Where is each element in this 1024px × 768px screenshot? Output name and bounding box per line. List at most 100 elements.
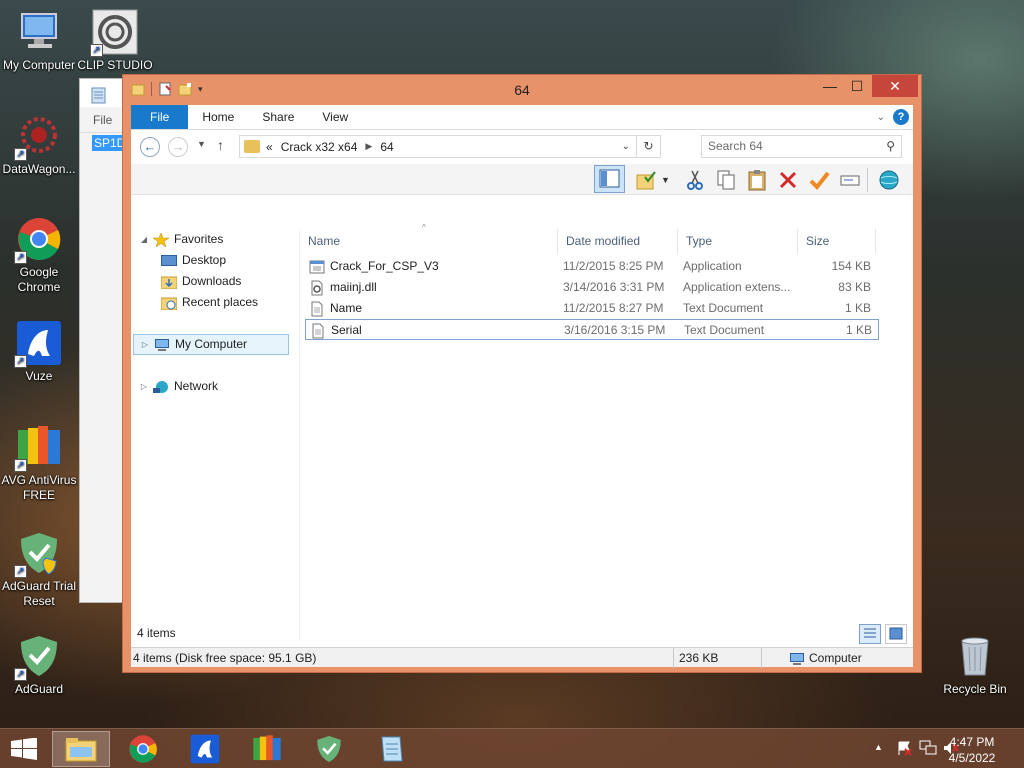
file-row-selected[interactable]: Serial 3/16/2016 3:15 PM Text Document 1… xyxy=(305,319,879,340)
folder-options-button[interactable] xyxy=(634,168,658,192)
maximize-button[interactable]: ☐ xyxy=(843,75,871,97)
folder-options-dropdown[interactable]: ▼ xyxy=(661,168,673,192)
downloads-folder-icon xyxy=(160,275,178,289)
tab-file[interactable]: File xyxy=(131,105,189,129)
file-date: 3/14/2016 3:31 PM xyxy=(563,280,665,294)
nav-my-computer[interactable]: ▷ My Computer xyxy=(133,334,289,355)
desktop-icon-vuze[interactable]: ↗ Vuze xyxy=(0,320,79,384)
copy-button[interactable] xyxy=(714,168,738,192)
large-icons-view-button[interactable] xyxy=(885,624,907,644)
desktop-icon-google-chrome[interactable]: ↗ Google Chrome xyxy=(0,216,79,295)
network-tray-icon[interactable] xyxy=(919,740,937,759)
show-hidden-icons-button[interactable]: ▲ xyxy=(874,742,883,752)
breadcrumb-overflow[interactable]: « xyxy=(266,140,273,154)
address-dropdown-icon[interactable]: ⌄ xyxy=(622,136,630,157)
close-button[interactable]: ✕ xyxy=(872,75,918,97)
taskbar: ▲ 4:47 PM 4/5/2022 xyxy=(0,728,1024,768)
preview-pane-icon xyxy=(599,169,620,188)
nav-favorites[interactable]: ◢ Favorites xyxy=(139,229,223,250)
start-button[interactable] xyxy=(10,737,38,760)
desktop-icon-clip-studio[interactable]: ↗ CLIP STUDIO xyxy=(75,9,155,73)
file-size: 1 KB xyxy=(844,301,871,315)
desktop-icon-adguard-trial-reset[interactable]: ↗ AdGuard Trial Reset xyxy=(0,530,79,609)
action-center-flag-icon[interactable] xyxy=(896,740,912,759)
command-toolbar: ▼ xyxy=(131,164,913,195)
preview-pane-button[interactable] xyxy=(594,165,625,193)
desktop-icon-datawagon[interactable]: ↗ DataWagon... xyxy=(0,113,79,177)
cut-button[interactable] xyxy=(683,168,707,192)
taskbar-chrome[interactable] xyxy=(114,731,172,767)
desktop-icon-recycle-bin[interactable]: Recycle Bin xyxy=(935,633,1015,697)
taskbar-notepad[interactable] xyxy=(362,731,420,767)
expanded-arrow-icon[interactable]: ◢ xyxy=(139,229,149,250)
help-icon[interactable]: ? xyxy=(893,109,909,125)
maximize-icon: ☐ xyxy=(850,78,864,94)
network-globe-button[interactable] xyxy=(877,168,901,192)
adguard-shield-icon xyxy=(317,735,341,763)
computer-icon xyxy=(790,652,804,665)
file-size: 83 KB xyxy=(838,280,871,294)
checkmark-icon xyxy=(809,171,830,191)
address-bar[interactable]: « Crack x32 x64 ▶ 64 ⌄ ↻ xyxy=(239,135,661,158)
desktop-icon-label: Google Chrome xyxy=(17,265,61,294)
shortcut-arrow-icon: ↗ xyxy=(14,355,27,368)
up-button[interactable]: ↑ xyxy=(217,137,224,153)
desktop-icon-label: AdGuard xyxy=(14,682,64,696)
column-header-size[interactable]: Size xyxy=(798,229,876,253)
collapsed-arrow-icon[interactable]: ▷ xyxy=(140,334,150,355)
taskbar-adguard[interactable] xyxy=(300,731,358,767)
file-name: Serial xyxy=(331,323,362,337)
breadcrumb-crack[interactable]: Crack x32 x64 xyxy=(281,140,358,154)
desktop-icon-adguard[interactable]: ↗ AdGuard xyxy=(0,633,79,697)
breadcrumb-64[interactable]: 64 xyxy=(380,140,393,154)
file-row[interactable]: Name 11/2/2015 8:27 PM Text Document 1 K… xyxy=(305,298,879,319)
toolbar-separator xyxy=(867,168,868,192)
desktop-icon-label: CLIP STUDIO xyxy=(77,58,153,72)
taskbar-avg[interactable] xyxy=(238,731,296,767)
search-input[interactable]: Search 64 ⚲ xyxy=(701,135,902,158)
breadcrumb-separator[interactable]: ▶ xyxy=(365,141,372,152)
scissors-icon xyxy=(687,170,703,190)
adguard-shield-icon: ↗ xyxy=(14,530,62,578)
nav-desktop[interactable]: Desktop xyxy=(161,250,226,271)
nav-recent-places[interactable]: Recent places xyxy=(160,292,258,313)
rename-button[interactable] xyxy=(838,168,862,192)
background-window-file-menu[interactable]: File xyxy=(80,107,128,133)
desktop-icon-avg[interactable]: ↗ AVG AntiVirus FREE xyxy=(0,424,79,503)
status-disk-space: 4 items (Disk free space: 95.1 GB) xyxy=(133,651,317,665)
column-header-date[interactable]: Date modified xyxy=(558,229,678,253)
explorer-window[interactable]: ▾ 64 — ☐ ✕ File Home Share View ⌄ ? ← → xyxy=(122,74,922,673)
back-button[interactable]: ← xyxy=(140,137,160,157)
expand-ribbon-icon[interactable]: ⌄ xyxy=(877,112,885,123)
minimize-button[interactable]: — xyxy=(816,75,844,97)
recent-places-icon xyxy=(160,296,178,310)
collapsed-arrow-icon[interactable]: ▷ xyxy=(139,376,149,397)
paste-button[interactable] xyxy=(745,168,769,192)
recent-locations-button[interactable]: ▼ xyxy=(197,139,206,149)
clipboard-icon xyxy=(748,170,766,191)
apply-button[interactable] xyxy=(807,168,831,192)
window-title: 64 xyxy=(514,82,530,98)
delete-button[interactable] xyxy=(776,168,800,192)
details-view-button[interactable] xyxy=(859,624,881,644)
taskbar-vuze[interactable] xyxy=(176,731,234,767)
clock-date: 4/5/2022 xyxy=(948,751,996,765)
tab-share[interactable]: Share xyxy=(248,105,308,129)
refresh-button[interactable]: ↻ xyxy=(636,136,660,157)
clock[interactable]: 4:47 PM 4/5/2022 xyxy=(942,734,1002,766)
file-row[interactable]: Crack_For_CSP_V3 11/2/2015 8:25 PM Appli… xyxy=(305,256,879,277)
tab-home[interactable]: Home xyxy=(188,105,248,129)
nav-downloads[interactable]: Downloads xyxy=(160,271,241,292)
rename-icon xyxy=(840,175,860,186)
tab-view[interactable]: View xyxy=(308,105,362,129)
taskbar-file-explorer[interactable] xyxy=(52,731,110,767)
nav-computer-label: My Computer xyxy=(175,337,248,351)
column-header-name[interactable]: Name xyxy=(300,229,558,253)
nav-network[interactable]: ▷ Network xyxy=(139,376,218,397)
column-header-type[interactable]: Type xyxy=(678,229,798,253)
refresh-icon: ↻ xyxy=(643,139,654,153)
file-row[interactable]: maiinj.dll 3/14/2016 3:31 PM Application… xyxy=(305,277,879,298)
titlebar[interactable]: ▾ 64 — ☐ ✕ xyxy=(123,75,921,105)
desktop-icon-my-computer[interactable]: My Computer xyxy=(0,9,79,73)
forward-button[interactable]: → xyxy=(168,137,188,157)
